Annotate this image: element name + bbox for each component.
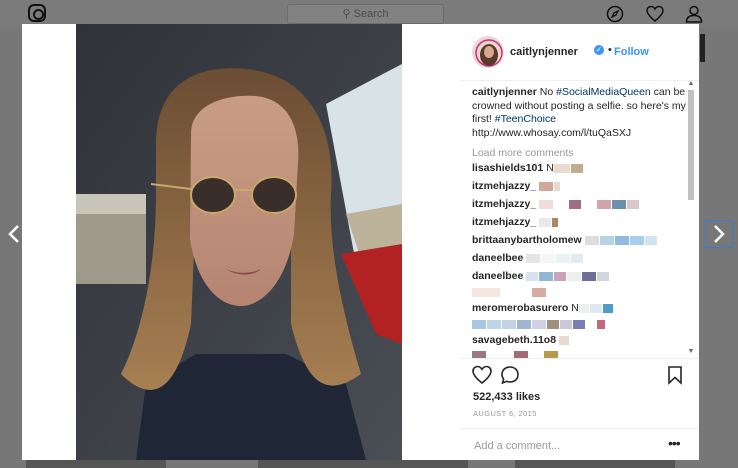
comment-bubble-icon[interactable] <box>500 365 520 385</box>
bookmark-icon[interactable] <box>665 365 685 385</box>
comment-item: daneelbee <box>472 249 690 267</box>
hashtag-link[interactable]: #SocialMediaQueen <box>556 86 651 98</box>
comment-username[interactable]: meromerobasurero <box>472 299 568 317</box>
load-more-comments-button[interactable]: Load more comments <box>472 147 690 159</box>
next-post-arrow-icon[interactable] <box>705 220 733 248</box>
post-photo[interactable] <box>76 24 402 460</box>
scroll-down-icon[interactable]: ▼ <box>686 348 696 356</box>
separator-dot: • <box>608 44 612 56</box>
comment-item: brittaanybartholomew <box>472 231 690 249</box>
scroll-up-icon[interactable]: ▲ <box>686 80 696 88</box>
comment-item: itzmehjazzy_ <box>472 195 690 213</box>
add-comment-input[interactable] <box>472 437 666 455</box>
comment-item: itzmehjazzy_ <box>472 177 690 195</box>
caption-text: No <box>539 86 557 98</box>
comment-username[interactable]: itzmehjazzy_ <box>472 195 536 213</box>
comment-text: N <box>571 302 579 314</box>
comments-list: caitlynjenner No #SocialMediaQueen can be… <box>472 86 690 358</box>
comment-item: lisashields101 N <box>472 159 690 177</box>
more-options-icon[interactable]: ••• <box>668 435 681 451</box>
search-placeholder: Search <box>353 8 389 20</box>
comment-username[interactable]: lisashields101 <box>472 159 543 177</box>
follow-button[interactable]: Follow <box>614 46 649 58</box>
post-date[interactable]: AUGUST 6, 2015 <box>473 409 537 418</box>
comment-item: itzmehjazzy_ <box>472 213 690 231</box>
like-heart-icon[interactable] <box>472 365 492 385</box>
heart-icon[interactable] <box>646 5 664 23</box>
avatar[interactable] <box>472 36 504 68</box>
comment-item: savagebeth.11o8 <box>472 331 690 349</box>
add-comment-bar: ••• <box>460 428 699 460</box>
comment-username[interactable]: daneelbee <box>472 267 523 285</box>
comment-text: N <box>546 162 554 174</box>
likes-count[interactable]: 522,433 likes <box>473 391 540 403</box>
hashtag-link[interactable]: #TeenChoice <box>495 113 556 125</box>
scrollbar-thumb[interactable] <box>688 90 694 200</box>
caption-username[interactable]: caitlynjenner <box>472 86 537 98</box>
comment-username[interactable]: savagebeth.11o8 <box>472 331 556 349</box>
comment-username[interactable]: itzmehjazzy_ <box>472 177 536 195</box>
post-caption: caitlynjenner No #SocialMediaQueen can be… <box>472 86 690 140</box>
comment-username[interactable]: itzmehjazzy_ <box>472 213 536 231</box>
comment-continuation <box>472 285 690 299</box>
comment-continuation <box>472 317 690 331</box>
verified-badge-icon: ✓ <box>594 45 604 55</box>
comment-item: daneelbee <box>472 267 690 285</box>
post-header: caitlynjenner ✓ • Follow <box>460 24 699 81</box>
compass-icon[interactable] <box>606 5 624 23</box>
comment-item: meromerobasurero N <box>472 299 690 317</box>
caption-link[interactable]: http://www.whosay.com/l/tuQaSXJ <box>472 127 631 139</box>
background-thumbnail <box>700 34 705 62</box>
comment-continuation <box>472 349 690 358</box>
instagram-logo-icon[interactable] <box>28 4 46 22</box>
person-icon[interactable] <box>685 5 703 23</box>
comment-username[interactable]: brittaanybartholomew <box>472 231 582 249</box>
post-sidebar: caitlynjenner ✓ • Follow caitlynjenner No… <box>460 24 699 460</box>
search-input[interactable]: ⚲ Search <box>287 4 444 24</box>
post-modal: caitlynjenner ✓ • Follow caitlynjenner No… <box>22 24 699 460</box>
comments-scrollbar[interactable]: ▲ ▼ <box>686 80 696 356</box>
post-username[interactable]: caitlynjenner <box>510 46 578 58</box>
comment-username[interactable]: daneelbee <box>472 249 523 267</box>
